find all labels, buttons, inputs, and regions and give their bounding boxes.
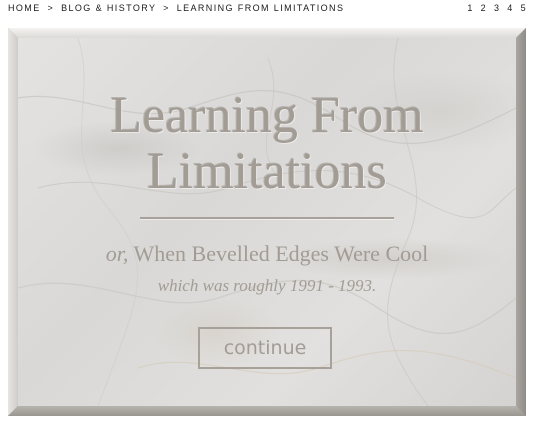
- marble-face: Learning From Limitations or, When Bevel…: [18, 38, 516, 406]
- continue-button[interactable]: continue: [198, 327, 332, 369]
- subtitle-prefix: or,: [105, 241, 129, 266]
- page-link-5[interactable]: 5: [521, 3, 527, 13]
- page-title-line-2: Limitations: [147, 143, 387, 200]
- bevel-left-edge: [8, 28, 18, 416]
- breadcrumb-blog-history[interactable]: BLOG & HISTORY: [61, 3, 156, 13]
- breadcrumb-current-page: LEARNING FROM LIMITATIONS: [176, 3, 345, 13]
- breadcrumb-separator: >: [163, 3, 170, 13]
- page-link-3[interactable]: 3: [494, 3, 500, 13]
- bevel-top-edge: [8, 28, 526, 38]
- page-link-2[interactable]: 2: [481, 3, 487, 13]
- title-divider: [140, 217, 394, 219]
- breadcrumb-separator: >: [47, 3, 55, 13]
- bevel-right-edge: [516, 28, 526, 416]
- top-bar: HOME > BLOG & HISTORY > LEARNING FROM LI…: [0, 0, 539, 18]
- page-title-line-1: Learning From: [110, 87, 424, 144]
- breadcrumb: HOME > BLOG & HISTORY > LEARNING FROM LI…: [8, 3, 344, 13]
- bevel-bottom-edge: [8, 406, 526, 416]
- subtitle: or, When Bevelled Edges Were Cool: [18, 241, 516, 267]
- tagline: which was roughly 1991 - 1993.: [157, 276, 377, 295]
- page-link-4[interactable]: 4: [507, 3, 513, 13]
- page-link-1[interactable]: 1: [467, 3, 473, 13]
- subtitle-text: When Bevelled Edges Were Cool: [133, 241, 429, 266]
- breadcrumb-home[interactable]: HOME: [8, 3, 41, 13]
- bevelled-marble-panel: Learning From Limitations or, When Bevel…: [8, 28, 526, 416]
- page-title: Learning From Limitations: [18, 88, 516, 200]
- page-navigation: 1 2 3 4 5: [464, 3, 527, 13]
